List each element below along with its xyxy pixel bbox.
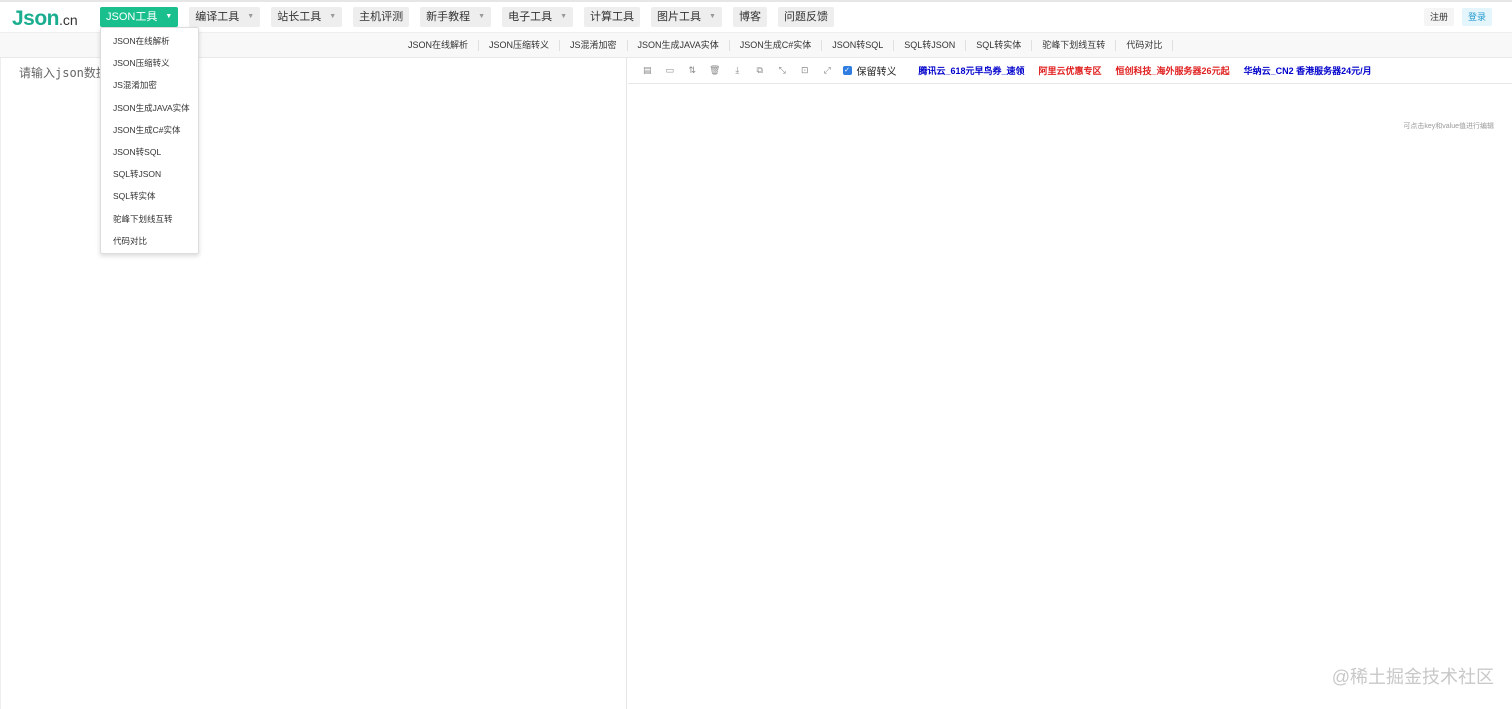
subnav-json-to-java[interactable]: JSON生成JAVA实体 [628,40,730,51]
nav-compile-tools[interactable]: 编译工具 ▼ [189,7,261,27]
nav-label: 站长工具 [277,11,322,23]
nav-tutorials[interactable]: 新手教程 ▼ [420,7,492,27]
chevron-down-icon: ▼ [478,13,486,20]
menu-item-camel-underscore[interactable]: 驼峰下划线互转 [101,208,198,230]
nav-label: 编译工具 [195,11,240,23]
keep-escape-toggle[interactable]: ✓ 保留转义 [842,63,897,78]
subnav-json-compress[interactable]: JSON压缩转义 [479,40,561,51]
subnav-links: JSON在线解析 JSON压缩转义 JS混淆加密 JSON生成JAVA实体 JS… [398,33,1174,58]
menu-item-sql-to-entity[interactable]: SQL转实体 [101,185,198,207]
chevron-down-icon: ▼ [560,13,568,20]
nav-label: 电子工具 [508,11,553,23]
menu-item-json-to-sql[interactable]: JSON转SQL [101,141,198,163]
nav-label: JSON工具 [106,11,158,23]
subnav-sql-to-json[interactable]: SQL转JSON [894,40,967,51]
subnav-sql-to-entity[interactable]: SQL转实体 [966,40,1033,51]
site-logo[interactable]: Json.cn [12,7,78,31]
format-icon[interactable]: ▤ [636,62,659,80]
main-nav: JSON工具 ▼ 编译工具 ▼ 站长工具 ▼ 主机评测 新手教程 ▼ 电子工具 ▼ 计算工… [100,7,834,27]
nav-json-tools[interactable]: JSON工具 ▼ [100,7,179,27]
collapse-icon[interactable]: ⤡ [771,62,794,80]
keep-escape-label: 保留转义 [856,67,897,78]
promo-link-hengchuang[interactable]: 恒创科技_海外服务器26元起 [1116,64,1230,77]
menu-item-json-parse[interactable]: JSON在线解析 [101,30,198,52]
app-root: Json.cn JSON工具 ▼ 编译工具 ▼ 站长工具 ▼ 主机评测 新手教程 ▼ 电… [0,0,1512,709]
subnav-js-obfuscate[interactable]: JS混淆加密 [560,40,628,51]
sort-icon[interactable]: ⇅ [681,62,704,80]
edit-hint: 可点击key和value值进行编辑 [1403,123,1494,130]
nav-electronic-tools[interactable]: 电子工具 ▼ [502,7,574,27]
register-button[interactable]: 注册 [1423,8,1454,26]
logo-main: Json [12,7,60,30]
chevron-down-icon: ▼ [329,13,337,20]
json-view-pane: ▤ ▭ ⇅ 🗑 ⤓ ⧉ ⤡ ⊡ ⤢ ✓ 保留转义 腾讯云_618元早鸟券_速领 … [628,58,1512,709]
subnav-code-diff[interactable]: 代码对比 [1116,40,1174,51]
promo-link-huana[interactable]: 华纳云_CN2 香港服务器24元/月 [1244,64,1372,77]
menu-item-json-to-java[interactable]: JSON生成JAVA实体 [101,97,198,119]
menu-item-js-obfuscate[interactable]: JS混淆加密 [101,74,198,96]
promo-links: 腾讯云_618元早鸟券_速领 阿里云优惠专区 恒创科技_海外服务器26元起 华纳… [919,64,1372,77]
toolbar-icons: ▤ ▭ ⇅ 🗑 ⤓ ⧉ ⤡ ⊡ ⤢ [636,62,839,80]
promo-link-aliyun[interactable]: 阿里云优惠专区 [1039,64,1102,77]
nav-calc-tools[interactable]: 计算工具 [584,7,641,27]
menu-item-sql-to-json[interactable]: SQL转JSON [101,163,198,185]
json-input-pane [0,58,627,709]
viewer-toolbar: ▤ ▭ ⇅ 🗑 ⤓ ⧉ ⤡ ⊡ ⤢ ✓ 保留转义 腾讯云_618元早鸟券_速领 … [628,58,1512,84]
json-tools-dropdown: JSON在线解析 JSON压缩转义 JS混淆加密 JSON生成JAVA实体 JS… [100,27,199,254]
chevron-down-icon: ▼ [709,13,716,20]
chevron-down-icon: ▼ [247,13,255,20]
login-button[interactable]: 登录 [1461,8,1492,26]
fullscreen-icon[interactable]: ⤢ [816,62,839,80]
download-icon[interactable]: ⤓ [726,62,749,80]
nav-host-review[interactable]: 主机评测 [353,7,410,27]
nav-webmaster-tools[interactable]: 站长工具 ▼ [271,7,343,27]
nav-label: 新手教程 [426,11,471,23]
promo-link-tencent[interactable]: 腾讯云_618元早鸟券_速领 [919,64,1025,77]
chevron-down-icon: ▼ [165,13,173,20]
menu-item-code-diff[interactable]: 代码对比 [101,230,198,252]
nav-blog[interactable]: 博客 [732,7,767,27]
compress-icon[interactable]: ▭ [659,62,682,80]
sub-navbar: JSON在线解析 JSON压缩转义 JS混淆加密 JSON生成JAVA实体 JS… [0,33,1512,58]
subnav-json-to-csharp[interactable]: JSON生成C#实体 [730,40,823,51]
top-navbar: Json.cn JSON工具 ▼ 编译工具 ▼ 站长工具 ▼ 主机评测 新手教程 ▼ 电… [0,0,1512,33]
nav-image-tools[interactable]: 图片工具 ▼ [651,7,722,27]
menu-item-json-compress[interactable]: JSON压缩转义 [101,52,198,74]
subnav-json-to-sql[interactable]: JSON转SQL [822,40,895,51]
subnav-camel-underscore[interactable]: 驼峰下划线互转 [1032,40,1117,51]
nav-label: 计算工具 [590,11,635,23]
watermark: @稀土掘金技术社区 [1331,667,1494,687]
nav-label: 博客 [738,11,761,23]
keep-escape-checkbox[interactable]: ✓ [842,66,852,75]
copy-icon[interactable]: ⧉ [749,62,772,80]
nav-label: 问题反馈 [783,11,828,23]
nav-label: 主机评测 [359,11,404,23]
logo-tld: .cn [59,12,78,28]
auth-buttons: 注册 登录 [1423,8,1492,26]
delete-icon[interactable]: 🗑 [704,62,727,80]
subnav-json-parse[interactable]: JSON在线解析 [398,40,480,51]
image-icon[interactable]: ⊡ [794,62,817,80]
nav-feedback[interactable]: 问题反馈 [777,7,834,27]
nav-label: 图片工具 [657,11,702,23]
menu-item-json-to-csharp[interactable]: JSON生成C#实体 [101,119,198,141]
